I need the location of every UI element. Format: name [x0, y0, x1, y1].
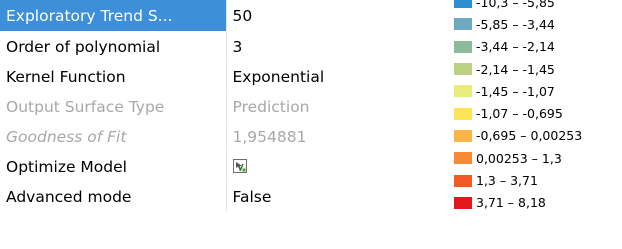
property-value-readonly: 1,954881 — [226, 121, 363, 152]
property-row-exploratory-trend[interactable]: Exploratory Trend S... 50 — [0, 0, 363, 32]
legend-item: 1,3 – 3,71 — [454, 169, 622, 191]
property-row-kernel-function[interactable]: Kernel Function Exponential — [0, 61, 363, 92]
property-value-dropdown: Prediction — [226, 91, 363, 122]
property-name: Kernel Function — [0, 61, 227, 92]
legend-label: 0,00253 – 1,3 — [476, 150, 562, 166]
property-name[interactable]: Exploratory Trend S... — [0, 0, 227, 32]
legend-swatch — [454, 174, 472, 187]
legend-swatch — [454, 40, 472, 53]
property-value-input[interactable]: 3 — [226, 31, 363, 62]
property-name: Output Surface Type — [0, 91, 227, 122]
legend-label: -10,3 – -5,85 — [476, 0, 555, 10]
property-name: Order of polynomial — [0, 31, 227, 62]
property-value-dropdown[interactable]: False — [226, 181, 363, 212]
property-value-dropdown[interactable]: Exponential — [226, 61, 363, 92]
legend-swatch — [454, 85, 472, 98]
legend-item: -10,3 – -5,85 — [454, 0, 622, 13]
property-name: Optimize Model — [0, 151, 227, 182]
optimize-model-icon[interactable] — [232, 158, 247, 173]
legend-item: -0,695 – 0,00253 — [454, 125, 622, 147]
property-row-goodness-of-fit: Goodness of Fit 1,954881 — [0, 121, 363, 152]
legend-item: 0,00253 – 1,3 — [454, 147, 622, 169]
property-row-optimize-model[interactable]: Optimize Model — [0, 151, 363, 182]
properties-grid: Exploratory Trend S... 50 Order of polyn… — [0, 0, 363, 212]
legend-swatch — [454, 18, 472, 31]
legend-item: -3,44 – -2,14 — [454, 36, 622, 58]
property-row-advanced-mode[interactable]: Advanced mode False — [0, 181, 363, 212]
legend-swatch — [454, 129, 472, 142]
legend-swatch — [454, 63, 472, 76]
property-name: Goodness of Fit — [0, 121, 227, 152]
legend-swatch — [454, 196, 472, 209]
legend-label: -1,45 – -1,07 — [476, 83, 555, 99]
legend-label: -0,695 – 0,00253 — [476, 128, 583, 144]
legend-item: -5,85 – -3,44 — [454, 13, 622, 35]
optimize-model-cell[interactable] — [226, 151, 363, 182]
legend-item: -1,45 – -1,07 — [454, 80, 622, 102]
property-row-order-of-polynomial[interactable]: Order of polynomial 3 — [0, 31, 363, 62]
legend-label: 3,71 – 8,18 — [476, 195, 546, 211]
legend-item: -1,07 – -0,695 — [454, 102, 622, 124]
legend-swatch — [454, 107, 472, 120]
legend-swatch — [454, 152, 472, 165]
legend-label: -3,44 – -2,14 — [476, 39, 555, 55]
property-name: Advanced mode — [0, 181, 227, 212]
property-value-input[interactable]: 50 — [226, 0, 363, 32]
legend-swatch — [454, 0, 472, 9]
legend-label: -2,14 – -1,45 — [476, 61, 555, 77]
legend-item: 3,71 – 8,18 — [454, 192, 622, 214]
legend-item: -2,14 – -1,45 — [454, 58, 622, 80]
legend-label: -1,07 – -0,695 — [476, 106, 563, 122]
property-row-output-surface-type: Output Surface Type Prediction — [0, 91, 363, 122]
legend-label: 1,3 – 3,71 — [476, 173, 538, 189]
legend: -10,3 – -5,85 -5,85 – -3,44 -3,44 – -2,1… — [454, 0, 622, 214]
legend-label: -5,85 – -3,44 — [476, 16, 555, 32]
